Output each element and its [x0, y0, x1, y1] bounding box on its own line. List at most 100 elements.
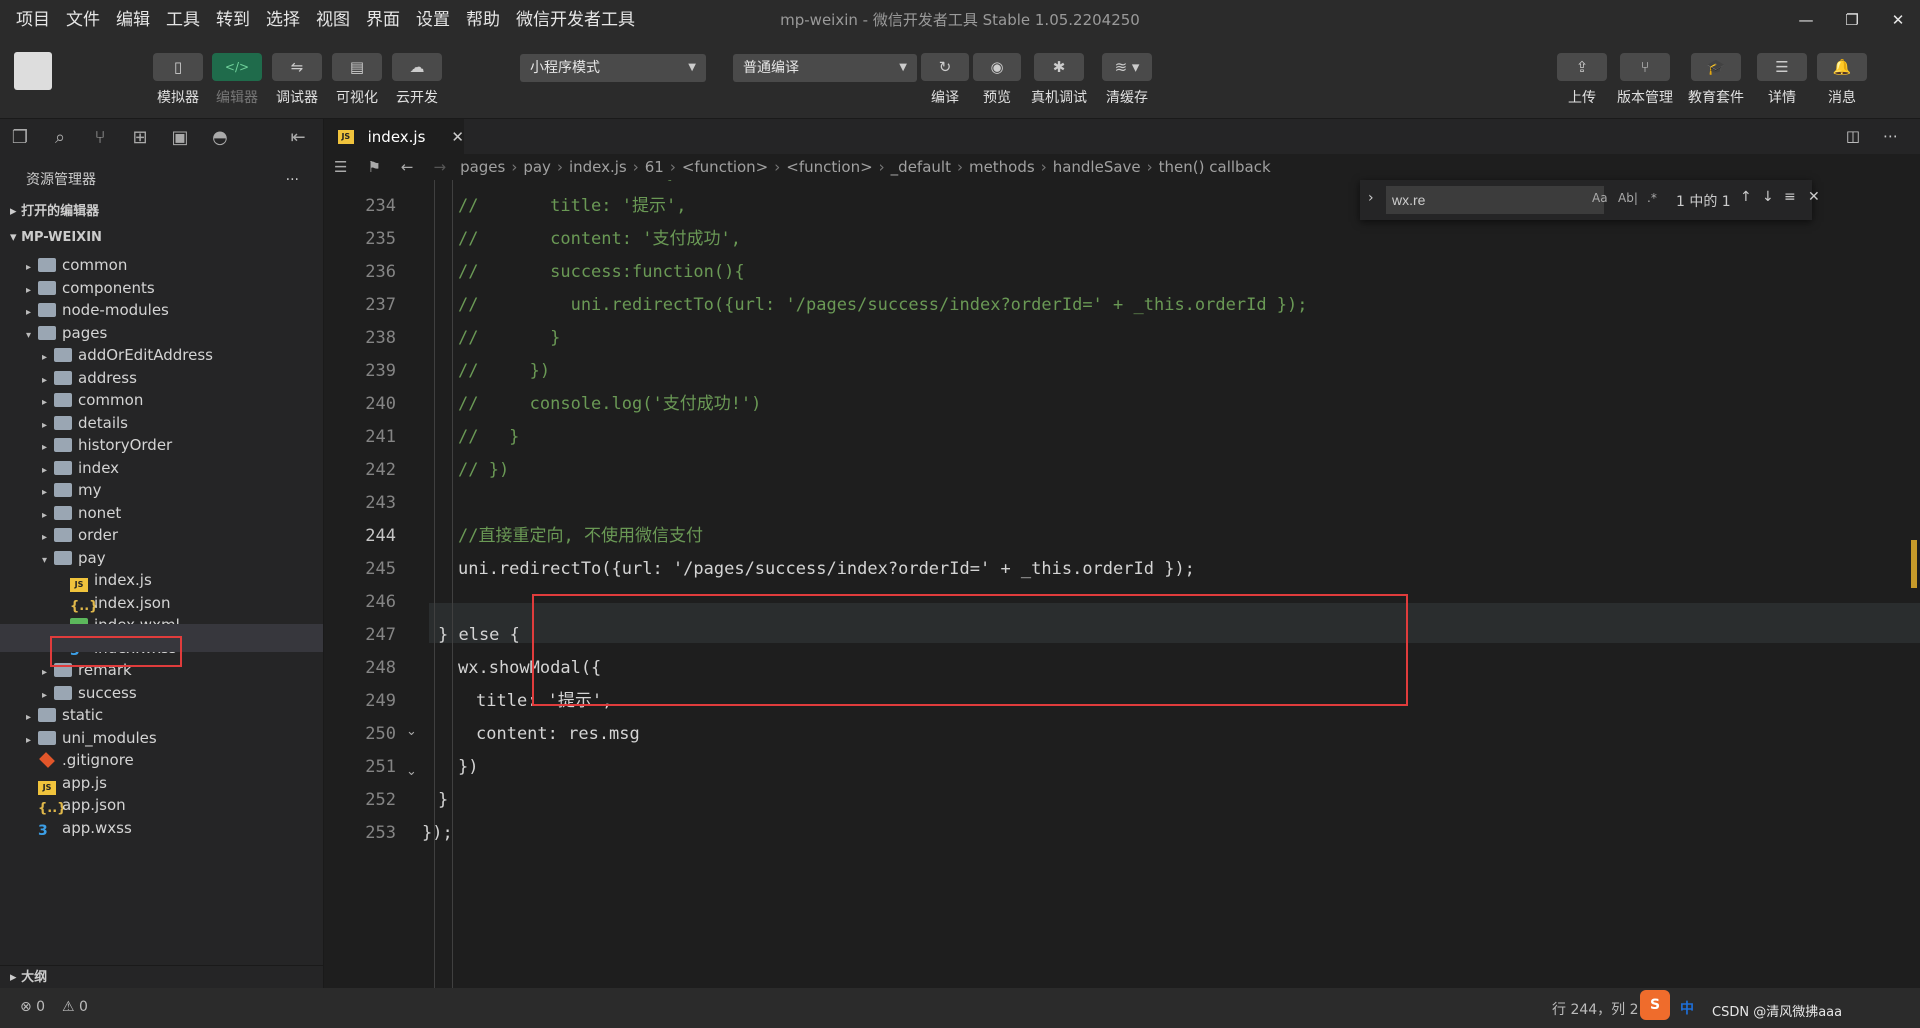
- forward-arrow-icon[interactable]: →: [423, 158, 456, 176]
- tree-item-label: order: [78, 526, 118, 544]
- breadcrumb-item[interactable]: _default: [887, 158, 955, 176]
- breadcrumb-item[interactable]: pages: [456, 158, 509, 176]
- breadcrumb-separator-icon: ›: [1040, 158, 1047, 176]
- upload-button[interactable]: ⇪ 上传: [1557, 53, 1607, 107]
- cloud-button[interactable]: ☁ 云开发: [392, 53, 442, 107]
- menu-item-3[interactable]: 工具: [158, 0, 208, 40]
- source-control-icon[interactable]: ⑂: [80, 119, 120, 155]
- simulator-button[interactable]: ▯ 模拟器: [153, 53, 203, 107]
- activity-bar: ❐ ⌕ ⑂ ⊞ ▣ ◓ ⇤: [0, 119, 323, 155]
- menu-item-6[interactable]: 视图: [308, 0, 358, 40]
- code-text: });: [422, 823, 453, 843]
- breadcrumb-item[interactable]: then() callback: [1155, 158, 1275, 176]
- menu-item-1[interactable]: 文件: [58, 0, 108, 40]
- debugger-button[interactable]: ⇋ 调试器: [272, 53, 322, 107]
- split-editor-icon[interactable]: ◫: [1846, 127, 1860, 145]
- breadcrumb-separator-icon: ›: [556, 158, 563, 176]
- list-icon[interactable]: ☰: [324, 158, 357, 176]
- outline-section[interactable]: ▸ 大纲: [0, 965, 323, 989]
- close-window-button[interactable]: ✕: [1875, 0, 1920, 40]
- tree-item[interactable]: 3 app.wxss: [0, 815, 323, 842]
- messages-button[interactable]: 🔔 消息: [1817, 53, 1867, 107]
- menu-item-0[interactable]: 项目: [8, 0, 58, 40]
- bookmark-icon[interactable]: ⚑: [357, 158, 390, 176]
- tree-item-label: pay: [78, 548, 106, 567]
- tree-item-label: uni_modules: [62, 728, 157, 747]
- menu-item-7[interactable]: 界面: [358, 0, 408, 40]
- back-arrow-icon[interactable]: ←: [391, 158, 424, 176]
- close-find-icon[interactable]: ✕: [1808, 189, 1820, 205]
- folder-icon: [38, 303, 56, 317]
- preview-button[interactable]: ◉ 预览: [973, 53, 1021, 107]
- more-icon[interactable]: ···: [286, 165, 299, 195]
- menu-item-10[interactable]: 微信开发者工具: [508, 0, 643, 40]
- breadcrumb-item[interactable]: index.js: [565, 158, 631, 176]
- menu-item-5[interactable]: 选择: [258, 0, 308, 40]
- arrow-up-icon[interactable]: ↑: [1740, 189, 1752, 205]
- compile-button[interactable]: ↻ 编译: [921, 53, 969, 107]
- clear-cache-button[interactable]: ≋ ▾ 清缓存: [1102, 53, 1152, 107]
- menu-item-2[interactable]: 编辑: [108, 0, 158, 40]
- mode-select[interactable]: 小程序模式 ▼: [520, 54, 706, 82]
- docker-icon[interactable]: ◓: [200, 119, 240, 155]
- tab-index-js[interactable]: JS index.js ✕: [324, 119, 464, 154]
- tree-item-label: app.js: [62, 773, 107, 792]
- tree-item-label: app.json: [62, 796, 126, 814]
- close-tab-icon[interactable]: ✕: [451, 128, 464, 146]
- find-in-selection-icon[interactable]: ≡: [1784, 189, 1796, 205]
- search-icon[interactable]: ⌕: [40, 119, 80, 155]
- compile-mode-select[interactable]: 普通编译 ▼: [733, 54, 917, 82]
- chevron-right-icon[interactable]: ›: [1368, 190, 1374, 206]
- ime-mode[interactable]: 中: [1680, 998, 1694, 1018]
- match-case-icon[interactable]: Aa: [1592, 191, 1608, 205]
- warning-count[interactable]: ⚠ 0: [62, 999, 88, 1015]
- minimize-button[interactable]: —: [1783, 0, 1829, 40]
- breadcrumb-separator-icon: ›: [632, 158, 639, 176]
- error-count[interactable]: ⊗ 0: [20, 999, 45, 1015]
- more-actions-icon[interactable]: ⋯: [1883, 127, 1898, 145]
- editor-button[interactable]: </> 编辑器: [212, 53, 262, 107]
- breadcrumb-item[interactable]: handleSave: [1049, 158, 1145, 176]
- maximize-button[interactable]: ❐: [1829, 0, 1875, 40]
- collapse-sidebar-icon[interactable]: ⇤: [278, 119, 318, 155]
- menu-item-9[interactable]: 帮助: [458, 0, 508, 40]
- match-count: 1 中的 1: [1676, 194, 1731, 210]
- open-editors-section[interactable]: ▸ 打开的编辑器: [0, 198, 323, 225]
- project-section[interactable]: ▾ MP-WEIXIN: [0, 224, 323, 251]
- explorer-title: 资源管理器 ···: [0, 165, 323, 195]
- save-icon[interactable]: ▣: [160, 119, 200, 155]
- menu-item-8[interactable]: 设置: [408, 0, 458, 40]
- arrow-down-icon[interactable]: ↓: [1762, 189, 1774, 205]
- code-editor[interactable]: 233// wx.showModal({234// title: '提示',23…: [324, 180, 1920, 988]
- folder-icon: [54, 438, 72, 452]
- tree-item-label: historyOrder: [78, 436, 173, 454]
- graduation-cap-icon: 🎓: [1706, 58, 1726, 76]
- menu-item-4[interactable]: 转到: [208, 0, 258, 40]
- phone-icon: ▯: [173, 58, 183, 76]
- css-file-icon: 3: [38, 822, 48, 839]
- regex-icon[interactable]: .*: [1647, 191, 1657, 205]
- fold-chevron-icon[interactable]: ⌄: [406, 764, 417, 779]
- breadcrumb-item[interactable]: methods: [965, 158, 1039, 176]
- highlight-box-code: [532, 594, 1408, 706]
- breadcrumb-item[interactable]: 61: [641, 158, 668, 176]
- breadcrumb-item[interactable]: <function>: [678, 158, 772, 176]
- visual-button[interactable]: ▤ 可视化: [332, 53, 382, 107]
- details-button[interactable]: ☰ 详情: [1757, 53, 1807, 107]
- list-icon: ☰: [1775, 58, 1789, 76]
- breadcrumb-item[interactable]: pay: [519, 158, 555, 176]
- scrollbar-thumb[interactable]: [1911, 540, 1917, 588]
- version-button[interactable]: ⑂ 版本管理: [1617, 53, 1673, 107]
- edu-button[interactable]: 🎓 教育套件: [1688, 53, 1744, 107]
- avatar[interactable]: [14, 52, 52, 90]
- fold-chevron-icon[interactable]: ⌄: [406, 724, 417, 739]
- extensions-icon[interactable]: ⊞: [120, 119, 160, 155]
- breadcrumb-item[interactable]: <function>: [782, 158, 876, 176]
- whole-word-icon[interactable]: Ab|: [1618, 191, 1638, 205]
- explorer-title-text: 资源管理器: [26, 172, 96, 188]
- find-input[interactable]: [1386, 186, 1604, 214]
- tree-item-label: common: [78, 391, 144, 409]
- cursor-position[interactable]: 行 244，列 2: [1552, 999, 1639, 1019]
- files-icon[interactable]: ❐: [0, 119, 40, 155]
- real-debug-button[interactable]: ✱ 真机调试: [1031, 53, 1087, 107]
